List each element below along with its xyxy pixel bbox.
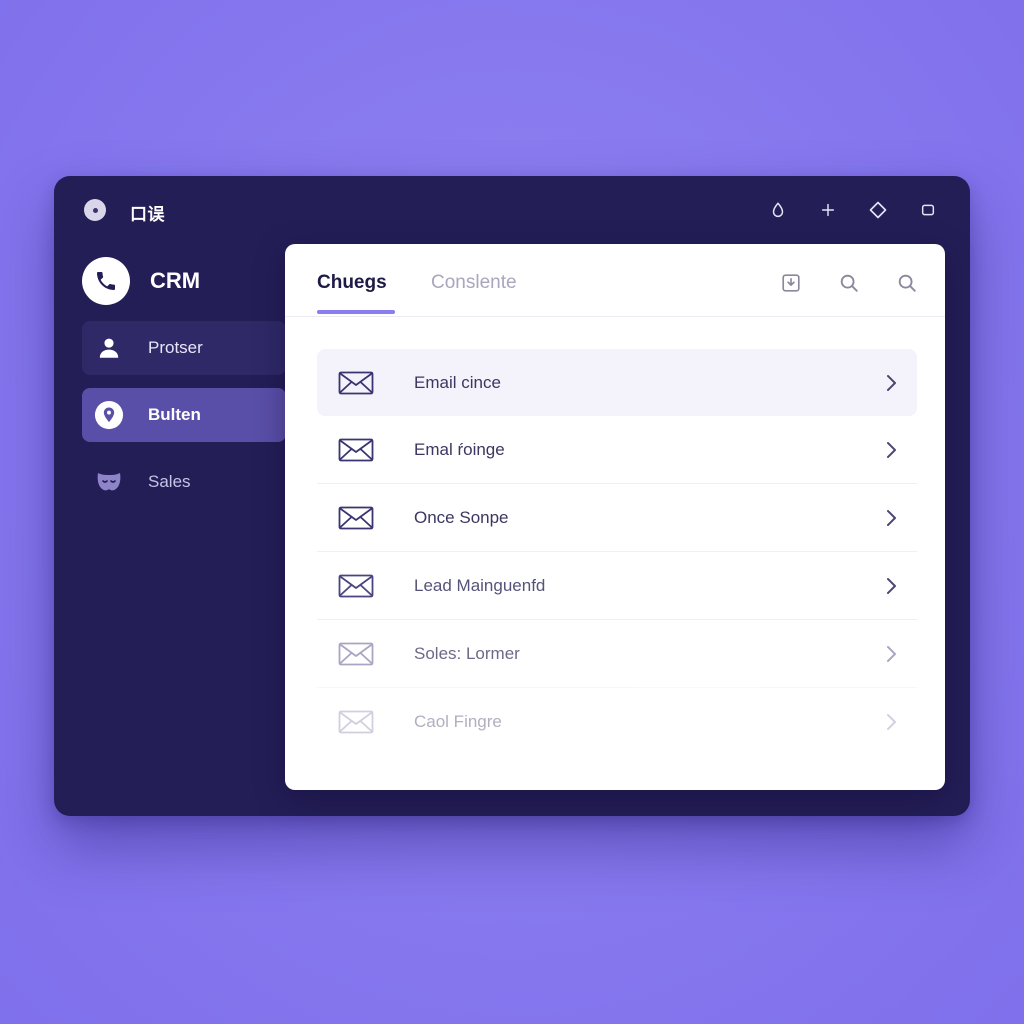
sidebar-item-label: Sales: [148, 472, 191, 491]
chevron-right-icon: [881, 644, 901, 664]
list-item-label: Caol Fingre: [414, 711, 502, 731]
droplet-icon[interactable]: [766, 198, 790, 222]
user-icon: [94, 333, 124, 363]
title-bar: 口误: [54, 176, 970, 244]
phone-icon: [82, 257, 130, 305]
search-icon[interactable]: [837, 271, 861, 295]
envelope-icon: [337, 573, 375, 599]
brand: CRM: [82, 256, 286, 306]
envelope-icon: [337, 370, 375, 396]
app-window: 口误 CRM Protser Bulten Sales Chuegs Consl…: [54, 176, 970, 816]
envelope-icon: [337, 641, 375, 667]
mask-icon: [94, 467, 124, 497]
list-item-label: Lead Mainguenfd: [414, 575, 546, 595]
list-item-label: Once Sonpe: [414, 507, 509, 527]
active-tab-indicator: [317, 310, 395, 314]
download-icon[interactable]: [779, 271, 803, 295]
chevron-right-icon: [881, 712, 901, 732]
window-controls: [766, 198, 940, 222]
chevron-right-icon: [881, 440, 901, 460]
envelope-icon: [337, 437, 375, 463]
list-item[interactable]: Soles: Lormer: [317, 620, 917, 688]
list-item[interactable]: Email cince: [317, 349, 917, 416]
list-item[interactable]: Lead Mainguenfd: [317, 552, 917, 620]
brand-name: CRM: [150, 268, 201, 293]
sidebar-item-label: Bulten: [148, 405, 201, 424]
location-pin-icon: [94, 400, 124, 430]
sidebar-item-bulten[interactable]: Bulten: [82, 388, 286, 442]
list-item-label: Soles: Lormer: [414, 643, 520, 663]
sidebar-item-sales[interactable]: Sales: [82, 455, 286, 509]
square-icon[interactable]: [916, 198, 940, 222]
list-item[interactable]: Caol Fingre: [317, 688, 917, 755]
chevron-right-icon: [881, 576, 901, 596]
email-list: Email cince Emal ŕoinge Once Sonpe Lead …: [317, 349, 917, 755]
app-menu-icon[interactable]: [84, 199, 106, 221]
plus-icon[interactable]: [816, 198, 840, 222]
list-item[interactable]: Once Sonpe: [317, 484, 917, 552]
sidebar: CRM Protser Bulten Sales: [82, 256, 286, 522]
diamond-icon[interactable]: [866, 198, 890, 222]
chevron-right-icon: [881, 508, 901, 528]
tab-conslente[interactable]: Conslente: [431, 272, 517, 294]
search-icon[interactable]: [895, 271, 919, 295]
sidebar-item-protser[interactable]: Protser: [82, 321, 286, 375]
window-title: 口误: [130, 205, 165, 224]
content-panel: Chuegs Conslente Email cince Emal ŕoinge…: [285, 244, 945, 790]
tab-chuegs[interactable]: Chuegs: [317, 272, 387, 294]
envelope-icon: [337, 709, 375, 735]
list-item[interactable]: Emal ŕoinge: [317, 416, 917, 484]
chevron-right-icon: [881, 373, 901, 393]
list-item-label: Emal ŕoinge: [414, 439, 505, 459]
envelope-icon: [337, 505, 375, 531]
tab-bar: Chuegs Conslente: [285, 244, 945, 317]
list-item-label: Email cince: [414, 372, 501, 392]
panel-toolbar: [779, 271, 919, 295]
sidebar-item-label: Protser: [148, 338, 203, 357]
